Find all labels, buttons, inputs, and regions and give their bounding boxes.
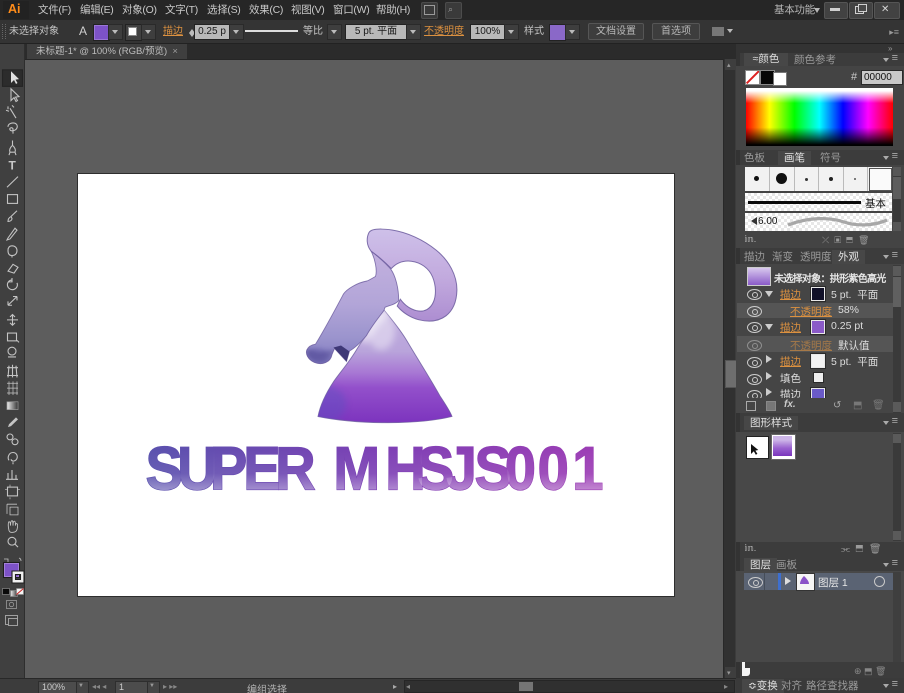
svg-text:T: T <box>9 159 17 173</box>
svg-text:SUPER MHSJS001: SUPER MHSJS001 <box>146 435 604 503</box>
